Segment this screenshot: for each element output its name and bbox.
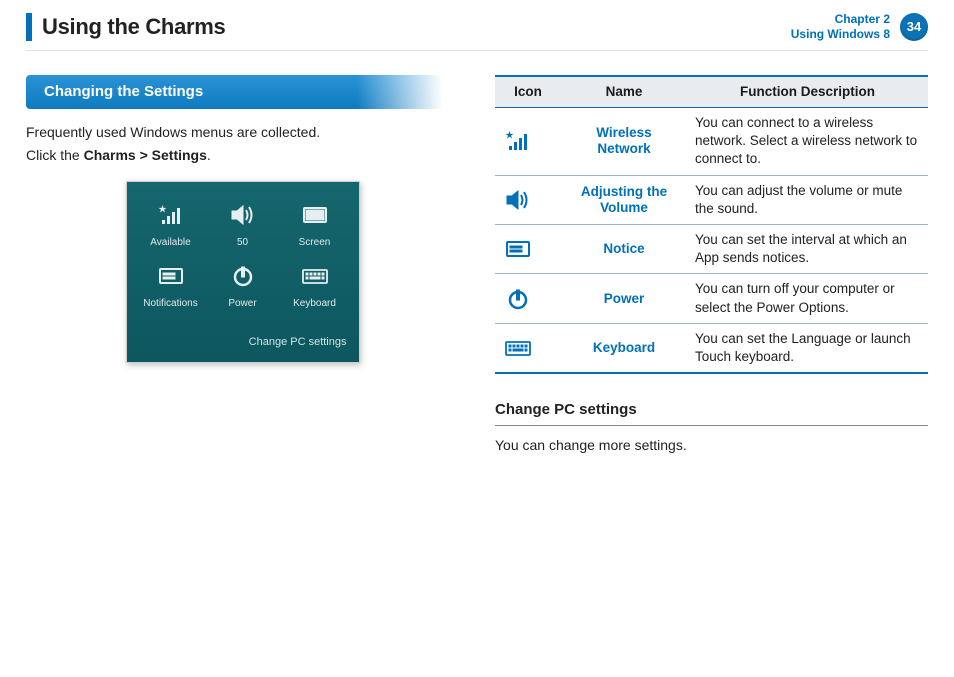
settings-panel-screenshot: Available 50 Screen [126, 181, 360, 363]
row-icon [495, 225, 561, 274]
section-heading: Changing the Settings [26, 75, 446, 109]
table-row: Notice You can set the interval at which… [495, 225, 928, 274]
tile-screen: Screen [279, 196, 351, 254]
tile-label: Available [150, 236, 190, 250]
table-header-row: Icon Name Function Description [495, 76, 928, 108]
th-name: Name [561, 76, 687, 108]
panel-footer-link: Change PC settings [127, 321, 359, 358]
tile-available: Available [135, 196, 207, 254]
subheading-change-pc-settings: Change PC settings [495, 400, 928, 425]
right-column: Icon Name Function Description Wireless … [495, 75, 928, 459]
volume-icon [227, 200, 259, 230]
content-columns: Changing the Settings Frequently used Wi… [26, 51, 928, 459]
page-number-badge: 34 [900, 13, 928, 41]
function-description-table: Icon Name Function Description Wireless … [495, 75, 928, 375]
header-accent-bar [26, 13, 32, 41]
volume-icon [503, 187, 533, 213]
tile-volume: 50 [207, 196, 279, 254]
instr-suffix: . [207, 147, 211, 163]
screen-icon [299, 200, 331, 230]
row-fn: You can set the Language or launch Touch… [687, 323, 928, 373]
notice-icon [155, 261, 187, 291]
left-column: Changing the Settings Frequently used Wi… [26, 75, 459, 459]
tile-label: Notifications [143, 297, 197, 311]
keyboard-icon [299, 261, 331, 291]
row-icon [495, 274, 561, 323]
notice-icon [503, 236, 533, 262]
row-name: Power [561, 274, 687, 323]
instruction-text: Click the Charms > Settings. [26, 146, 459, 165]
settings-tiles-grid: Available 50 Screen [127, 182, 359, 321]
keyboard-icon [503, 335, 533, 361]
table-row: Keyboard You can set the Language or lau… [495, 323, 928, 373]
row-fn: You can adjust the volume or mute the so… [687, 175, 928, 224]
row-name: Notice [561, 225, 687, 274]
wifi-icon [155, 200, 187, 230]
row-icon [495, 175, 561, 224]
row-name: Wireless Network [561, 107, 687, 175]
page-header: Using the Charms Chapter 2 Using Windows… [26, 12, 928, 51]
table-row: Adjusting the Volume You can adjust the … [495, 175, 928, 224]
th-fn: Function Description [687, 76, 928, 108]
chapter-line1: Chapter 2 [791, 12, 890, 26]
power-icon [503, 286, 533, 312]
table-row: Power You can turn off your computer or … [495, 274, 928, 323]
row-name: Adjusting the Volume [561, 175, 687, 224]
tile-label: 50 [237, 236, 248, 250]
intro-text: Frequently used Windows menus are collec… [26, 123, 459, 142]
th-icon: Icon [495, 76, 561, 108]
row-name: Keyboard [561, 323, 687, 373]
instr-prefix: Click the [26, 147, 84, 163]
tile-power: Power [207, 257, 279, 315]
tile-notifications: Notifications [135, 257, 207, 315]
tile-keyboard: Keyboard [279, 257, 351, 315]
subheading-text: You can change more settings. [495, 436, 928, 455]
header-right: Chapter 2 Using Windows 8 34 [791, 12, 928, 41]
chapter-line2: Using Windows 8 [791, 27, 890, 41]
header-left: Using the Charms [26, 12, 225, 42]
page: Using the Charms Chapter 2 Using Windows… [0, 0, 954, 677]
row-fn: You can set the interval at which an App… [687, 225, 928, 274]
chapter-label: Chapter 2 Using Windows 8 [791, 12, 890, 41]
table-row: Wireless Network You can connect to a wi… [495, 107, 928, 175]
row-fn: You can turn off your computer or select… [687, 274, 928, 323]
tile-label: Keyboard [293, 297, 336, 311]
row-icon [495, 107, 561, 175]
wifi-icon [503, 128, 533, 154]
instr-path: Charms > Settings [84, 147, 207, 163]
tile-label: Screen [299, 236, 331, 250]
page-title: Using the Charms [42, 12, 225, 42]
row-fn: You can connect to a wireless network. S… [687, 107, 928, 175]
row-icon [495, 323, 561, 373]
tile-label: Power [228, 297, 256, 311]
power-icon [227, 261, 259, 291]
settings-panel: Available 50 Screen [127, 182, 359, 362]
